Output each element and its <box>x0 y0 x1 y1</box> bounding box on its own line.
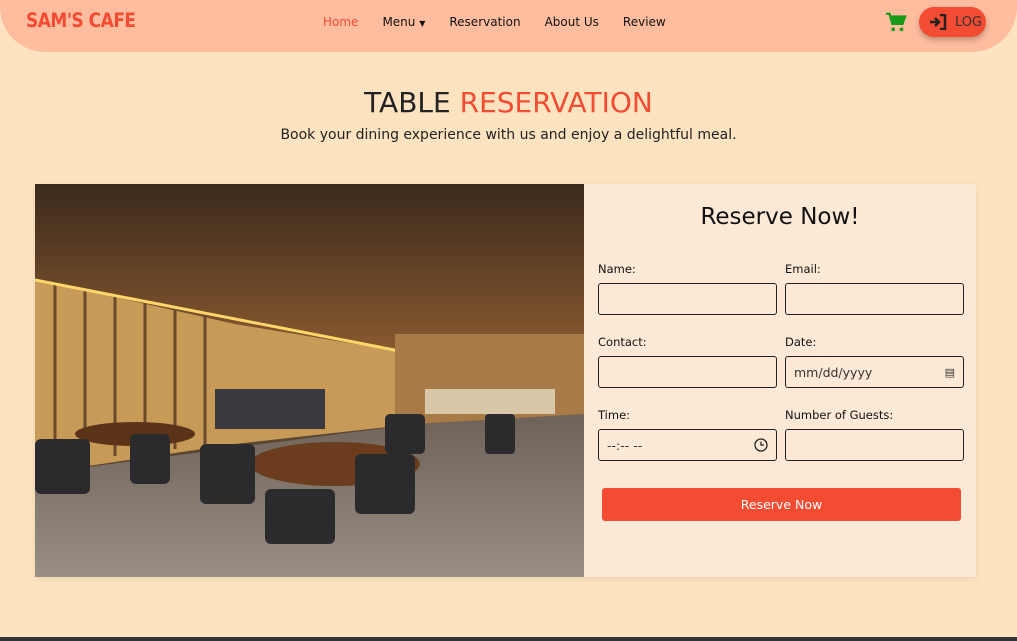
email-label: Email: <box>785 262 821 276</box>
login-label: LOG <box>955 14 983 30</box>
guests-field: Number of Guests: <box>785 408 964 461</box>
name-input[interactable] <box>598 283 777 315</box>
email-field: Email: <box>785 262 964 315</box>
reservation-card: Reserve Now! Name: Email: Contact: Date:… <box>35 184 976 577</box>
nav-links: Home Menu ▼ Reservation About Us Review <box>323 15 666 29</box>
contact-field: Contact: <box>598 335 777 388</box>
time-input[interactable]: --:-- -- <box>598 429 777 461</box>
time-label: Time: <box>598 408 631 422</box>
date-label: Date: <box>785 335 817 349</box>
contact-input[interactable] <box>598 356 777 388</box>
footer-edge <box>0 637 1017 641</box>
login-button[interactable]: LOG <box>919 7 986 37</box>
page-subtitle: Book your dining experience with us and … <box>280 127 737 143</box>
nav-reservation[interactable]: Reservation <box>449 15 520 29</box>
date-field: Date: mm/dd/yyyy ▤ <box>785 335 964 388</box>
sign-in-icon <box>930 14 947 30</box>
contact-label: Contact: <box>598 335 647 349</box>
reserve-now-button[interactable]: Reserve Now <box>602 488 961 521</box>
nav-menu[interactable]: Menu ▼ <box>382 15 425 29</box>
title-part2: RESERVATION <box>459 86 653 119</box>
caret-down-icon: ▼ <box>419 19 426 28</box>
nav-menu-label: Menu <box>382 15 416 29</box>
navbar: SAM'S CAFE Home Menu ▼ Reservation About… <box>0 0 1017 52</box>
time-field: Time: --:-- -- <box>598 408 777 461</box>
page-title: TABLE RESERVATION <box>0 86 1017 119</box>
cart-icon[interactable] <box>885 11 907 33</box>
nav-review[interactable]: Review <box>623 15 666 29</box>
nav-home[interactable]: Home <box>323 15 358 29</box>
clock-icon[interactable] <box>754 438 768 452</box>
form-title: Reserve Now! <box>700 204 860 230</box>
guests-input[interactable] <box>785 429 964 461</box>
calendar-icon[interactable]: ▤ <box>945 366 955 379</box>
title-part1: TABLE <box>364 86 451 119</box>
nav-about[interactable]: About Us <box>545 15 599 29</box>
reservation-form: Reserve Now! Name: Email: Contact: Date:… <box>584 184 976 577</box>
guests-label: Number of Guests: <box>785 408 894 422</box>
name-field: Name: <box>598 262 777 315</box>
name-label: Name: <box>598 262 636 276</box>
restaurant-photo <box>35 184 584 577</box>
date-input[interactable]: mm/dd/yyyy ▤ <box>785 356 964 388</box>
logo[interactable]: SAM'S CAFE <box>26 10 136 33</box>
email-input[interactable] <box>785 283 964 315</box>
date-placeholder: mm/dd/yyyy <box>794 364 873 380</box>
time-placeholder: --:-- -- <box>607 437 643 453</box>
